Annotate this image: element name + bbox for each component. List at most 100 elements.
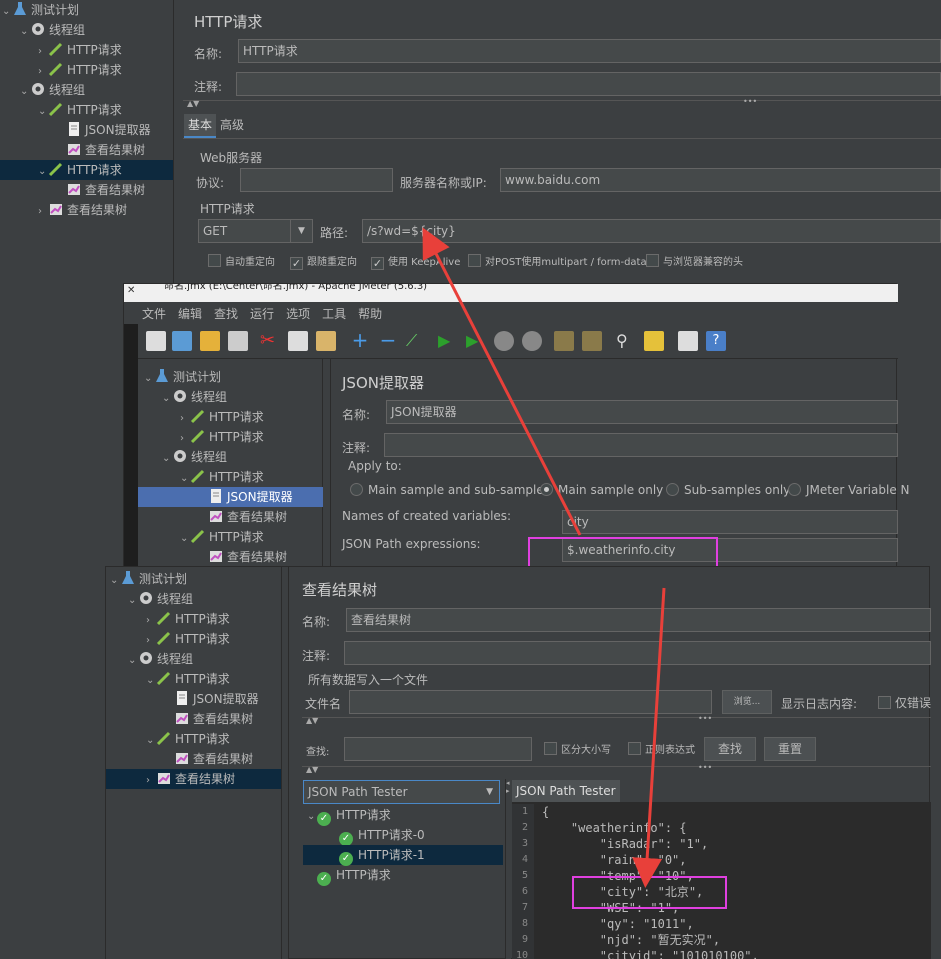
find-button[interactable]: 查找 bbox=[704, 737, 756, 761]
menu-item[interactable]: 帮助 bbox=[358, 307, 382, 321]
chevron-down-icon[interactable]: ⌄ bbox=[180, 469, 190, 489]
chevron-down-icon[interactable]: ⌄ bbox=[20, 82, 30, 102]
reset-search-icon[interactable] bbox=[644, 331, 664, 351]
result-item[interactable]: ✓ HTTP请求 bbox=[303, 865, 503, 886]
tree-item[interactable]: › HTTP请求 bbox=[138, 407, 323, 427]
tab-advanced[interactable]: 高级 bbox=[220, 114, 244, 138]
chevron-right-icon[interactable]: › bbox=[146, 611, 156, 631]
toggle-icon[interactable]: ⟋ bbox=[406, 331, 426, 351]
tree-item[interactable]: 查看结果树 bbox=[106, 709, 281, 729]
tree-item[interactable]: ⌄ 线程组 bbox=[0, 20, 173, 40]
cb-keepalive[interactable]: 使用 KeepAlive bbox=[371, 253, 460, 270]
radio-sub-only[interactable]: Sub-samples only bbox=[666, 483, 790, 497]
radio-main-only[interactable]: Main sample only bbox=[540, 483, 663, 497]
tree-item[interactable]: 查看结果树 bbox=[138, 507, 323, 527]
tree-item[interactable]: ⌄ 线程组 bbox=[106, 649, 281, 669]
chevron-down-icon[interactable]: ⌄ bbox=[128, 591, 138, 611]
back-collapse-bar[interactable]: ▲▼ ••• bbox=[183, 97, 941, 110]
clear-icon[interactable] bbox=[554, 331, 574, 351]
save-icon[interactable] bbox=[228, 331, 248, 351]
tree-item[interactable]: ⌄ 测试计划 bbox=[138, 367, 323, 387]
chevron-right-icon[interactable]: › bbox=[180, 429, 190, 449]
reset-button[interactable]: 重置 bbox=[764, 737, 816, 761]
front-collapse-bar-2[interactable]: ▲▼ ••• bbox=[302, 763, 931, 776]
copy-icon[interactable] bbox=[288, 331, 308, 351]
menu-item[interactable]: 编辑 bbox=[178, 307, 202, 321]
tree-item[interactable]: › 查看结果树 bbox=[0, 200, 173, 220]
clear-all-icon[interactable] bbox=[582, 331, 602, 351]
function-helper-icon[interactable] bbox=[678, 331, 698, 351]
back-name-input[interactable]: HTTP请求 bbox=[238, 39, 941, 63]
tree-item[interactable]: ⌄ HTTP请求 bbox=[0, 160, 173, 180]
close-icon[interactable]: ✕ bbox=[127, 284, 135, 298]
tree-item[interactable]: JSON提取器 bbox=[0, 120, 173, 140]
chevron-right-icon[interactable]: › bbox=[38, 202, 48, 222]
tree-item[interactable]: › 查看结果树 bbox=[106, 769, 281, 789]
menu-item[interactable]: 工具 bbox=[322, 307, 346, 321]
chevron-right-icon[interactable]: › bbox=[146, 771, 156, 791]
tree-item[interactable]: JSON提取器 bbox=[138, 487, 323, 507]
chevron-down-icon[interactable]: ⌄ bbox=[162, 449, 172, 469]
back-comment-input[interactable] bbox=[236, 72, 941, 96]
cb-redirect[interactable]: 自动重定向 bbox=[208, 253, 275, 268]
tree-item[interactable]: ⌄ 线程组 bbox=[106, 589, 281, 609]
start-no-pause-icon[interactable]: ▶ bbox=[466, 331, 486, 351]
templates-icon[interactable] bbox=[172, 331, 192, 351]
path-input[interactable]: /s?wd=${city} bbox=[362, 219, 941, 243]
tree-item[interactable]: ⌄ 线程组 bbox=[138, 447, 323, 467]
chevron-down-icon[interactable]: ⌄ bbox=[180, 529, 190, 549]
tree-item[interactable]: ⌄ HTTP请求 bbox=[106, 729, 281, 749]
mid-comment-input[interactable] bbox=[384, 433, 898, 457]
help-icon[interactable]: ? bbox=[706, 331, 726, 351]
tree-item[interactable]: 查看结果树 bbox=[106, 749, 281, 769]
front-collapse-bar[interactable]: ▲▼ ••• bbox=[302, 714, 931, 727]
cb-follow[interactable]: 跟随重定向 bbox=[290, 253, 357, 270]
menu-item[interactable]: 选项 bbox=[286, 307, 310, 321]
chevron-down-icon[interactable]: ⌄ bbox=[128, 651, 138, 671]
paste-icon[interactable] bbox=[316, 331, 336, 351]
tree-item[interactable]: 查看结果树 bbox=[138, 547, 323, 567]
new-icon[interactable] bbox=[146, 331, 166, 351]
protocol-input[interactable] bbox=[240, 168, 393, 192]
result-item[interactable]: ✓ HTTP请求-0 bbox=[303, 825, 503, 846]
chevron-down-icon[interactable]: ⌄ bbox=[162, 389, 172, 409]
errors-only-checkbox[interactable]: 仅错误 bbox=[878, 694, 931, 711]
cb-multipart[interactable]: 对POST使用multipart / form-data bbox=[468, 253, 647, 268]
cut-icon[interactable]: ✂ bbox=[260, 331, 280, 351]
result-item[interactable]: ⌄ ✓ HTTP请求 bbox=[303, 805, 503, 827]
cb-browser[interactable]: 与浏览器兼容的头 bbox=[646, 253, 743, 268]
chevron-right-icon[interactable]: › bbox=[38, 62, 48, 82]
chevron-down-icon[interactable]: ⌄ bbox=[146, 671, 156, 691]
search-input[interactable] bbox=[344, 737, 532, 761]
radio-main-sub[interactable]: Main sample and sub-samples bbox=[350, 483, 550, 497]
expand-icon[interactable]: + bbox=[350, 330, 370, 351]
tree-item[interactable]: › HTTP请求 bbox=[106, 629, 281, 649]
tab-basic[interactable]: 基本 bbox=[184, 114, 216, 138]
tree-item[interactable]: ⌄ 线程组 bbox=[0, 80, 173, 100]
chevron-right-icon[interactable]: › bbox=[146, 631, 156, 651]
tree-item[interactable]: 查看结果树 bbox=[0, 140, 173, 160]
radio-jmeter-var[interactable]: JMeter Variable N bbox=[788, 483, 910, 497]
filename-input[interactable] bbox=[349, 690, 712, 714]
result-item[interactable]: ✓ HTTP请求-1 bbox=[303, 845, 503, 866]
tree-item[interactable]: ⌄ 线程组 bbox=[138, 387, 323, 407]
chevron-right-icon[interactable]: › bbox=[38, 42, 48, 62]
tree-item[interactable]: 查看结果树 bbox=[0, 180, 173, 200]
front-name-input[interactable]: 查看结果树 bbox=[346, 608, 931, 632]
chevron-down-icon[interactable]: ⌄ bbox=[146, 731, 156, 751]
browse-button[interactable]: 浏览... bbox=[722, 690, 772, 714]
chevron-down-icon[interactable]: ⌄ bbox=[110, 571, 120, 591]
tree-item[interactable]: ⌄ 测试计划 bbox=[106, 569, 281, 589]
chevron-down-icon[interactable]: ⌄ bbox=[307, 807, 317, 827]
tree-item[interactable]: ⌄ HTTP请求 bbox=[0, 100, 173, 120]
tree-item[interactable]: ⌄ 测试计划 bbox=[0, 0, 173, 20]
chevron-down-icon[interactable]: ⌄ bbox=[2, 2, 12, 22]
chevron-right-icon[interactable]: › bbox=[180, 409, 190, 429]
search-icon[interactable]: ⚲ bbox=[616, 331, 636, 351]
tree-item[interactable]: › HTTP请求 bbox=[138, 427, 323, 447]
tree-item[interactable]: JSON提取器 bbox=[106, 689, 281, 709]
method-select[interactable]: GET ▼ bbox=[198, 219, 313, 243]
chevron-down-icon[interactable]: ⌄ bbox=[38, 102, 48, 122]
tree-item[interactable]: ⌄ HTTP请求 bbox=[138, 527, 323, 547]
menu-item[interactable]: 文件 bbox=[142, 307, 166, 321]
